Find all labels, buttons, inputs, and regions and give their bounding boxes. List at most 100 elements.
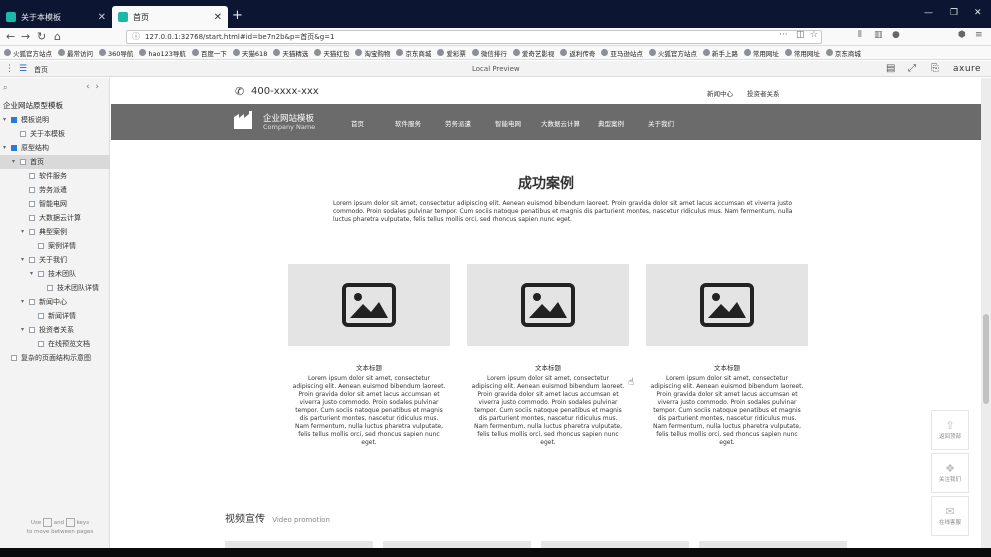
case-card[interactable]: 文本标题 Lorem ipsum dolor sit amet, consect… [646, 264, 808, 447]
back-icon[interactable]: ← [6, 30, 15, 43]
expand-toggle-icon[interactable]: ▾ [21, 225, 24, 239]
url-bar[interactable]: ⓘ 127.0.0.1:32768/start.html#id=be7n2b&p… [126, 30, 822, 44]
sitemap-node-label: 案例详情 [48, 242, 76, 250]
bookmark-item[interactable]: 京东商城 [825, 48, 861, 58]
bookmark-item[interactable]: 火狐官方站点 [648, 48, 697, 58]
notes-icon[interactable]: ▤ [886, 63, 895, 74]
sitemap-node[interactable]: ▾ 投资者关系 [0, 323, 110, 337]
site-info-icon[interactable]: ⓘ [132, 31, 140, 43]
bookmark-item[interactable]: 天猫618 [232, 48, 267, 58]
bookmark-label: 亚马逊站点 [610, 49, 643, 58]
restore-icon[interactable]: ❐ [950, 8, 958, 18]
top-link-investors[interactable]: 投资者关系 [747, 88, 780, 98]
nav-home[interactable]: 首页 [351, 118, 364, 128]
pocket-icon[interactable]: ◫ [796, 30, 805, 40]
minimize-icon[interactable]: — [924, 8, 933, 18]
video-thumbnail[interactable] [383, 541, 531, 548]
bookmark-item[interactable]: 火狐官方站点 [4, 48, 52, 58]
bookmark-item[interactable]: 百度一下 [191, 48, 227, 58]
expand-toggle-icon[interactable]: ▾ [21, 295, 24, 309]
expand-toggle-icon[interactable]: ▾ [3, 141, 6, 155]
close-tab-icon[interactable]: ✕ [98, 12, 106, 23]
library-icon[interactable]: ⫴ [858, 30, 862, 40]
sitemap-node[interactable]: 大数据云计算 [0, 211, 110, 225]
bookmark-item[interactable]: 爱彩票 [437, 48, 466, 58]
case-card[interactable]: 文本标题 Lorem ipsum dolor sit amet, consect… [467, 264, 629, 447]
bookmark-item[interactable]: 微信排行 [471, 48, 507, 58]
top-link-news[interactable]: 新闻中心 [707, 88, 733, 98]
back-to-top-button[interactable]: ⇧ 返回顶部 [931, 410, 969, 450]
home-icon[interactable]: ⌂ [54, 30, 61, 43]
online-service-button[interactable]: ✉ 在线客服 [931, 496, 969, 536]
sitemap-node[interactable]: 智能电网 [0, 197, 110, 211]
sitemap-node[interactable]: 劳务派遣 [0, 183, 110, 197]
new-tab-icon[interactable]: + [232, 8, 243, 23]
window-close-icon[interactable]: ✕ [974, 8, 982, 18]
expand-toggle-icon[interactable]: ▾ [30, 267, 33, 281]
outline-icon[interactable]: ☰ [19, 64, 27, 74]
scrollbar-thumb[interactable] [983, 314, 989, 404]
sitemap-node[interactable]: 关于本模板 [0, 127, 110, 141]
search-icon[interactable]: ⌕ [3, 83, 7, 93]
sitemap-node[interactable]: 技术团队详情 [0, 281, 110, 295]
page-scrollbar[interactable] [981, 78, 991, 548]
sitemap-node[interactable]: ▾ 典型案例 [0, 225, 110, 239]
bookmark-label: 京东商城 [834, 49, 861, 58]
menu-icon[interactable]: ≡ [975, 30, 983, 40]
forward-icon[interactable]: → [21, 30, 30, 43]
bookmark-item[interactable]: hao123导航 [139, 48, 186, 58]
sitemap-node[interactable]: ▾ 新闻中心 [0, 295, 110, 309]
sidebar-toggle-icon[interactable]: ▥ [874, 30, 883, 40]
bookmark-item[interactable]: 最常访问 [58, 48, 93, 58]
fit-icon[interactable]: ⤢ [908, 63, 916, 74]
nav-bigdata[interactable]: 大数据云计算 [541, 118, 580, 128]
sitemap-node[interactable]: 在线预览文档 [0, 337, 110, 351]
nav-about[interactable]: 关于我们 [648, 118, 674, 128]
sitemap-node[interactable]: ▾ 模板说明 [0, 113, 110, 127]
case-card[interactable]: 文本标题 Lorem ipsum dolor sit amet, consect… [288, 264, 450, 447]
bookmark-item[interactable]: 返利传奇 [560, 48, 595, 58]
sitemap-node[interactable]: 复杂的页面结构示意图 [0, 351, 110, 365]
browser-tab[interactable]: 关于本模板 ✕ [0, 6, 112, 28]
expand-toggle-icon[interactable]: ▾ [21, 323, 24, 337]
bookmark-item[interactable]: 天猫红包 [314, 48, 349, 58]
bookmark-item[interactable]: 淘宝购物 [355, 48, 390, 58]
page-nav-arrows[interactable]: ‹ › [86, 82, 99, 92]
bookmark-item[interactable]: 亚马逊站点 [601, 48, 643, 58]
bookmark-item[interactable]: 京东商城 [396, 48, 431, 58]
nav-labor[interactable]: 劳务派遣 [445, 118, 471, 128]
close-tab-icon[interactable]: ✕ [214, 12, 222, 23]
page-actions-icon[interactable]: ··· [779, 30, 788, 40]
expand-toggle-icon[interactable]: ▾ [12, 155, 15, 169]
sitemap-node[interactable]: 案例详情 [0, 239, 110, 253]
sitemap-node[interactable]: ▾ 原型结构 [0, 141, 110, 155]
bookmark-item[interactable]: 天猫精选 [273, 48, 308, 58]
sitemap-node[interactable]: ▾ 关于我们 [0, 253, 110, 267]
nav-cases[interactable]: 典型案例 [598, 118, 624, 128]
bookmark-item[interactable]: 常用网址 [784, 48, 820, 58]
expand-toggle-icon[interactable]: ▾ [21, 253, 24, 267]
bookmark-item[interactable]: 新手上路 [702, 48, 738, 58]
follow-us-button[interactable]: ❖ 关注我们 [931, 453, 969, 493]
video-thumbnail[interactable] [541, 541, 689, 548]
bookmark-item[interactable]: 常用网址 [743, 48, 779, 58]
sitemap-node[interactable]: ▾ 技术团队 [0, 267, 110, 281]
video-thumbnail[interactable] [699, 541, 847, 548]
nav-smart-grid[interactable]: 智能电网 [495, 118, 521, 128]
sitemap-node[interactable]: ▾ 首页 [0, 155, 110, 169]
bookmark-item[interactable]: 360导航 [99, 48, 133, 58]
expand-toggle-icon[interactable]: ▾ [3, 113, 6, 127]
bookmark-star-icon[interactable]: ☆ [810, 30, 818, 40]
account-icon[interactable]: ● [892, 30, 900, 40]
nav-software[interactable]: 软件服务 [395, 118, 421, 128]
reload-icon[interactable]: ↻ [37, 30, 46, 43]
extension-icon[interactable]: ⬢ [958, 30, 966, 40]
sitemap-node[interactable]: 新闻详情 [0, 309, 110, 323]
video-thumbnail[interactable] [225, 541, 373, 548]
sitemap-node[interactable]: 软件服务 [0, 169, 110, 183]
browser-tab-active[interactable]: 首页 ✕ [112, 6, 228, 28]
bookmark-item[interactable]: 爱奇艺影视 [512, 48, 554, 58]
bookmark-icon [4, 49, 11, 56]
sitemap-menu-icon[interactable]: ⋮ [5, 64, 14, 74]
share-icon[interactable]: ⎘ [931, 63, 939, 74]
